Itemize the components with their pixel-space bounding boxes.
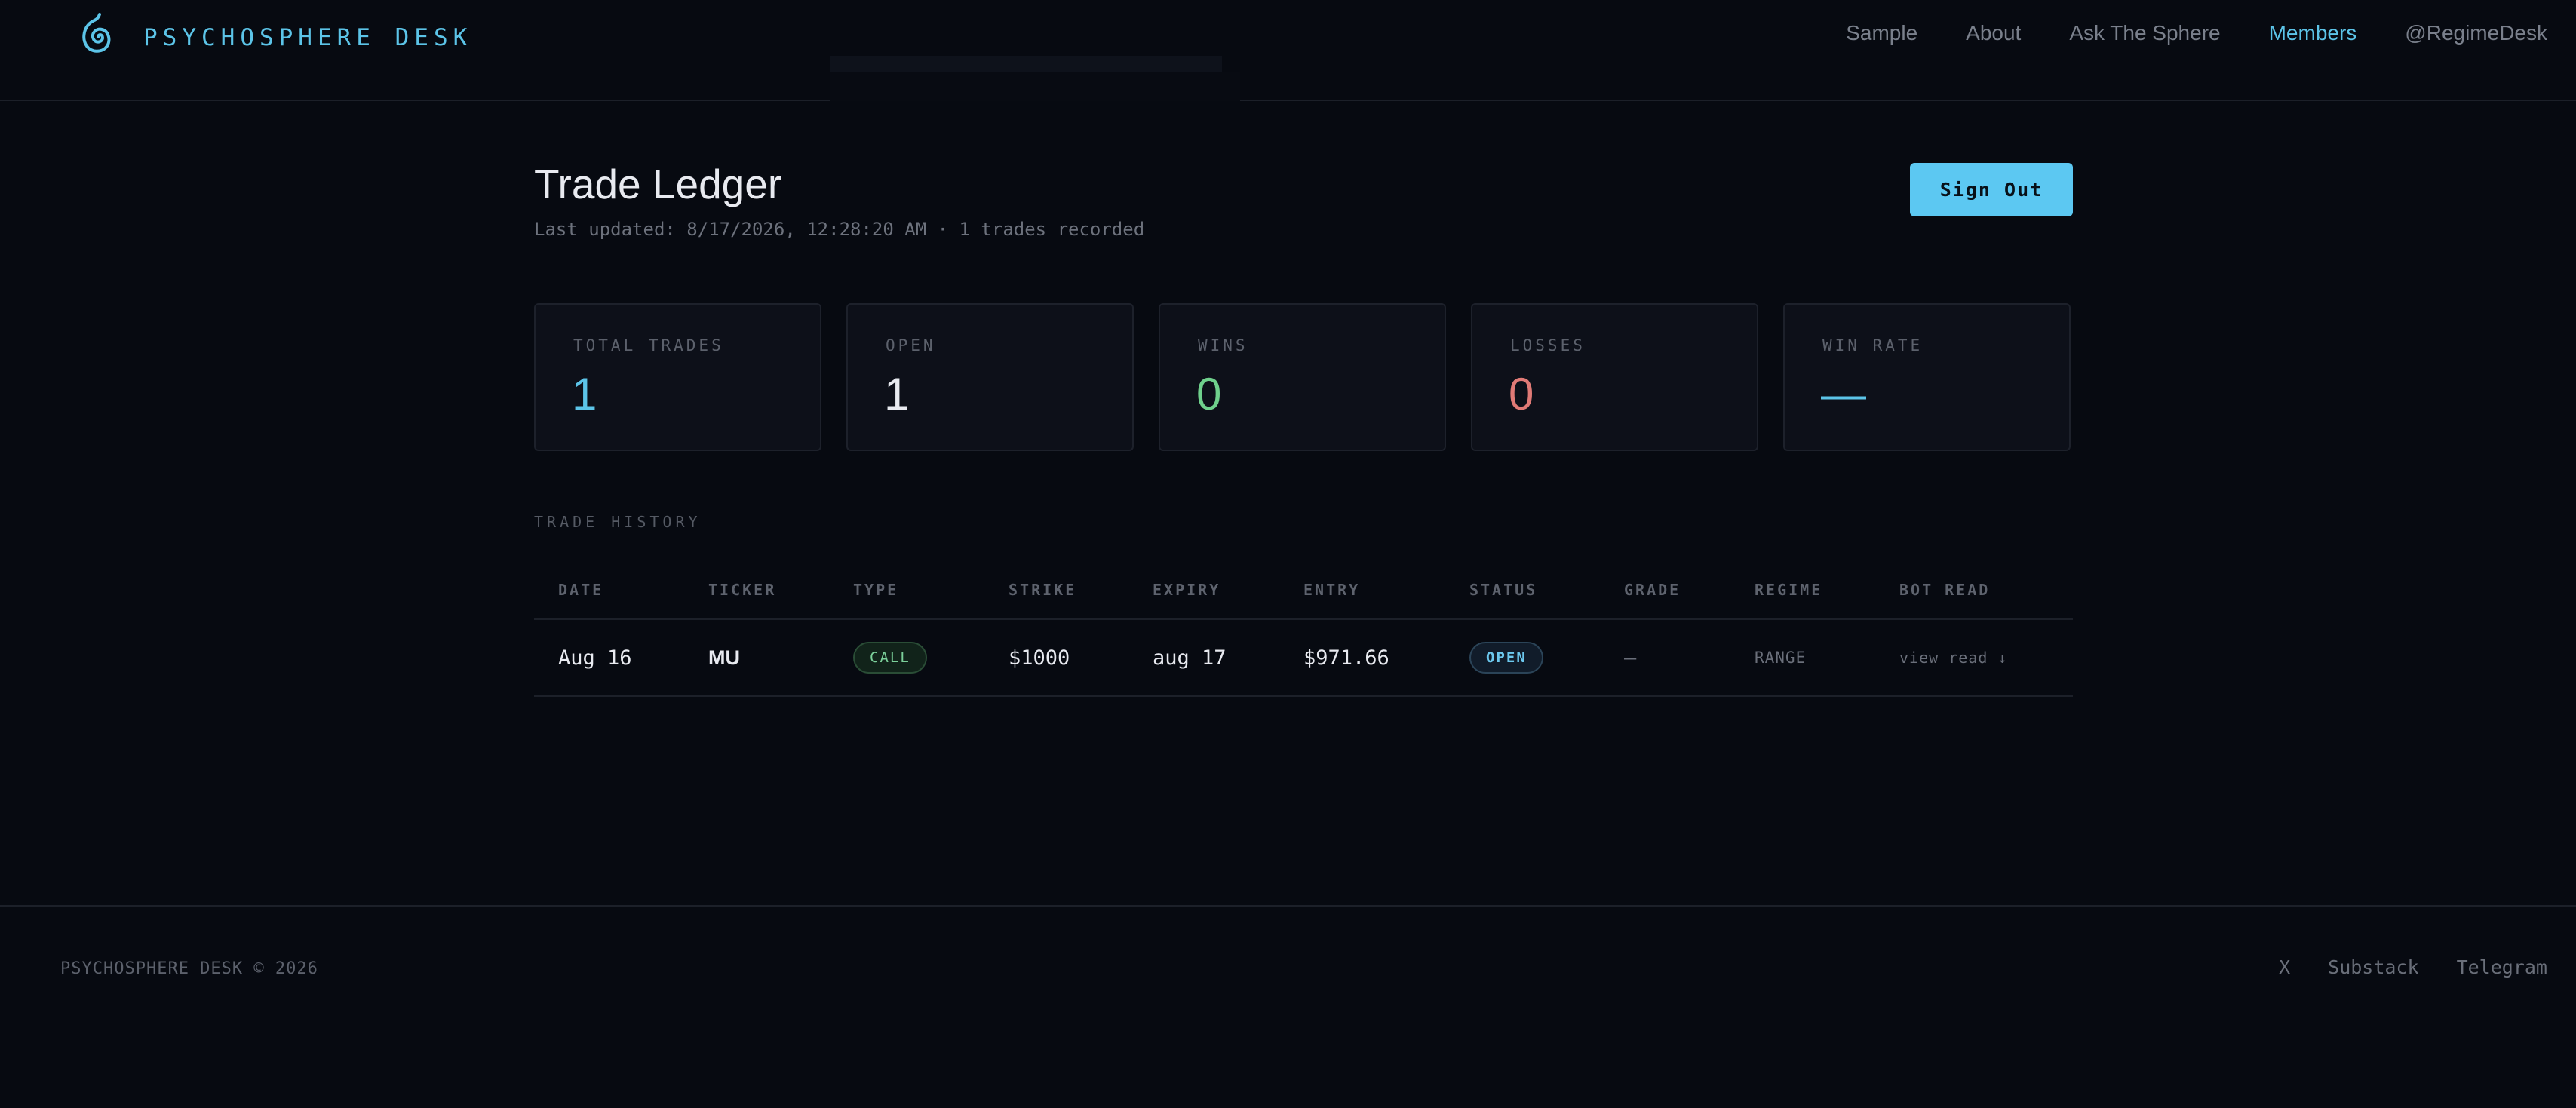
column-header-strike: STRIKE bbox=[1009, 581, 1077, 599]
cell-date: Aug 16 bbox=[558, 646, 632, 670]
nav-link-members[interactable]: Members bbox=[2269, 21, 2357, 45]
type-badge: CALL bbox=[853, 642, 927, 674]
column-header-grade: GRADE bbox=[1624, 581, 1681, 599]
footer-link-substack[interactable]: Substack bbox=[2328, 956, 2418, 978]
nav-link-ask-the-sphere[interactable]: Ask The Sphere bbox=[2069, 21, 2220, 45]
page-title: Trade Ledger bbox=[534, 161, 782, 207]
table-header: DATE TICKER TYPE STRIKE EXPIRY ENTRY STA… bbox=[534, 561, 2073, 620]
column-header-regime: REGIME bbox=[1755, 581, 1823, 599]
stat-value: 1 bbox=[884, 369, 910, 419]
cell-ticker: MU bbox=[708, 646, 740, 669]
footer: PSYCHOSPHERE DESK © 2026 X Substack Tele… bbox=[0, 905, 2576, 1108]
stat-label: TOTAL TRADES bbox=[573, 336, 724, 354]
cell-status: OPEN bbox=[1469, 620, 1543, 695]
column-header-date: DATE bbox=[558, 581, 604, 599]
view-read-link[interactable]: view read ↓ bbox=[1899, 649, 2007, 667]
column-header-expiry: EXPIRY bbox=[1153, 581, 1221, 599]
stat-label: WINS bbox=[1198, 336, 1248, 354]
nav-link-about[interactable]: About bbox=[1966, 21, 2021, 45]
top-header: PSYCHOSPHERE DESK Sample About Ask The S… bbox=[0, 0, 2576, 101]
stat-label: WIN RATE bbox=[1822, 336, 1924, 354]
cell-grade: — bbox=[1624, 646, 1637, 670]
nav-link-sample[interactable]: Sample bbox=[1846, 21, 1917, 45]
stat-card-wins: WINS 0 bbox=[1159, 303, 1446, 451]
brand[interactable]: PSYCHOSPHERE DESK bbox=[72, 8, 472, 68]
header-dropdown-shadow bbox=[830, 56, 1222, 72]
stat-label: LOSSES bbox=[1510, 336, 1586, 354]
trade-history-label: TRADE HISTORY bbox=[534, 513, 702, 531]
last-updated-text: Last updated: 8/17/2026, 12:28:20 AM · 1… bbox=[534, 219, 1145, 240]
stat-card-win-rate: WIN RATE — bbox=[1783, 303, 2071, 451]
brand-name: PSYCHOSPHERE DESK bbox=[143, 24, 473, 51]
column-header-type: TYPE bbox=[853, 581, 899, 599]
stat-card-total-trades: TOTAL TRADES 1 bbox=[534, 303, 821, 451]
cell-type: CALL bbox=[853, 620, 927, 695]
stat-label: OPEN bbox=[886, 336, 936, 354]
stat-value: 0 bbox=[1509, 369, 1534, 419]
trade-history-table: DATE TICKER TYPE STRIKE EXPIRY ENTRY STA… bbox=[534, 561, 2073, 697]
footer-links: X Substack Telegram bbox=[2279, 956, 2547, 978]
stats-row: TOTAL TRADES 1 OPEN 1 WINS 0 LOSSES 0 WI… bbox=[534, 303, 2071, 451]
column-header-entry: ENTRY bbox=[1303, 581, 1361, 599]
stat-value: 0 bbox=[1196, 369, 1222, 419]
table-row[interactable]: Aug 16 MU CALL $1000 aug 17 $971.66 OPEN… bbox=[534, 620, 2073, 697]
main-nav: Sample About Ask The Sphere Members @Reg… bbox=[1846, 21, 2547, 45]
stat-value: 1 bbox=[572, 369, 597, 419]
spiral-icon bbox=[72, 10, 122, 66]
cell-bot-read: view read ↓ bbox=[1899, 620, 2007, 695]
nav-link-regimedesk[interactable]: @RegimeDesk bbox=[2405, 21, 2547, 45]
stat-card-open: OPEN 1 bbox=[846, 303, 1134, 451]
status-badge: OPEN bbox=[1469, 642, 1543, 674]
header-dropdown-body bbox=[830, 72, 1240, 101]
cell-regime: RANGE bbox=[1755, 649, 1807, 667]
sign-out-button[interactable]: Sign Out bbox=[1910, 163, 2073, 216]
column-header-ticker: TICKER bbox=[708, 581, 777, 599]
column-header-bot-read: BOT READ bbox=[1899, 581, 1991, 599]
cell-expiry: aug 17 bbox=[1153, 646, 1227, 670]
footer-link-telegram[interactable]: Telegram bbox=[2457, 956, 2547, 978]
footer-link-x[interactable]: X bbox=[2279, 956, 2290, 978]
cell-strike: $1000 bbox=[1009, 646, 1070, 670]
column-header-status: STATUS bbox=[1469, 581, 1538, 599]
stat-card-losses: LOSSES 0 bbox=[1471, 303, 1758, 451]
stat-value: — bbox=[1821, 369, 1866, 419]
footer-copyright: PSYCHOSPHERE DESK © 2026 bbox=[60, 959, 318, 978]
cell-entry: $971.66 bbox=[1303, 646, 1389, 670]
